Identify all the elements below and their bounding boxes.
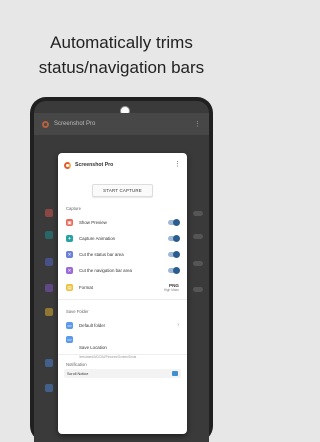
- setting-row-capture-animation[interactable]: ✦ Capture Animation: [58, 230, 187, 246]
- location-icon: ▭: [66, 336, 73, 343]
- format-icon: ▤: [66, 283, 73, 291]
- cut-navigation-bar-toggle[interactable]: [168, 266, 180, 274]
- setting-label: Default folder: [79, 322, 106, 328]
- setting-row-default-folder[interactable]: ▭ Default folder ›: [58, 317, 187, 333]
- background-app-bar: Screenshot Pro ⋮: [34, 113, 209, 135]
- notification-thumbnail-icon: [172, 371, 178, 376]
- bg-toggle: [193, 234, 203, 239]
- format-sub-text: High Make: [163, 287, 179, 292]
- bg-toggle: [193, 211, 203, 216]
- setting-row-format[interactable]: ▤ Format PNG High Make: [58, 278, 187, 296]
- setting-label: Format: [79, 284, 93, 290]
- crop-icon: ✕: [66, 250, 73, 258]
- save-location-text: Save Location /emulated/0/DCIM/Pictures/…: [79, 336, 136, 359]
- phone-screen: Screenshot Pro ⋮ Screenshot Pro ⋮ START …: [34, 101, 209, 442]
- setting-row-cut-status-bar[interactable]: ✕ Cut the status bar area: [58, 246, 187, 262]
- cut-status-bar-toggle[interactable]: [168, 250, 180, 258]
- notification-section-header: Notification: [66, 362, 87, 367]
- overflow-menu-icon[interactable]: ⋮: [174, 161, 181, 168]
- phone-frame: Screenshot Pro ⋮ Screenshot Pro ⋮ START …: [30, 97, 213, 442]
- save-folder-section-header: Save Folder: [66, 309, 89, 314]
- bg-row-icon: [45, 308, 53, 316]
- dialog-header: Screenshot Pro ⋮: [58, 153, 187, 171]
- setting-label: Show Preview: [79, 219, 107, 225]
- dialog-title: Screenshot Pro: [75, 162, 114, 168]
- app-logo-icon: [42, 120, 49, 128]
- setting-row-save-location[interactable]: ▭ Save Location /emulated/0/DCIM/Picture…: [58, 333, 187, 359]
- capture-animation-toggle[interactable]: [168, 234, 180, 242]
- setting-label: Capture Animation: [79, 235, 116, 241]
- settings-dialog: Screenshot Pro ⋮ START CAPTURE Capture ▣…: [58, 153, 187, 434]
- preview-icon: ▣: [66, 218, 73, 226]
- capture-button-wrap: START CAPTURE: [58, 179, 187, 197]
- overflow-menu-icon[interactable]: ⋮: [194, 120, 201, 128]
- show-preview-toggle[interactable]: [168, 218, 180, 226]
- background-app-title: Screenshot Pro: [54, 121, 96, 127]
- folder-icon: ▭: [66, 321, 73, 329]
- crop-nav-icon: ✕: [66, 266, 73, 274]
- capture-section-header: Capture: [66, 206, 81, 211]
- notification-row[interactable]: Scroll Notice: [64, 369, 181, 378]
- headline-line-2: status/navigation bars: [38, 58, 205, 77]
- bg-row-icon: [45, 209, 53, 217]
- save-location-path: /emulated/0/DCIM/Pictures/ScreenShots: [79, 355, 137, 359]
- bg-toggle: [193, 261, 203, 266]
- divider: [58, 299, 187, 300]
- app-logo-icon: [64, 161, 71, 169]
- animation-icon: ✦: [66, 234, 73, 242]
- setting-label: Save Location: [79, 345, 107, 350]
- bg-row-icon: [45, 284, 53, 292]
- start-capture-button[interactable]: START CAPTURE: [92, 184, 153, 197]
- bg-row-icon: [45, 231, 53, 239]
- setting-label: Cut the status bar area: [79, 251, 124, 257]
- bg-row-icon: [45, 384, 53, 392]
- bg-row-icon: [45, 359, 53, 367]
- format-value: PNG High Make: [164, 283, 179, 292]
- notification-text: Scroll Notice: [67, 371, 89, 376]
- bg-row-icon: [45, 258, 53, 266]
- setting-row-show-preview[interactable]: ▣ Show Preview: [58, 214, 187, 230]
- setting-label: Cut the navigation bar area: [79, 267, 132, 273]
- bg-toggle: [193, 287, 203, 292]
- chevron-right-icon: ›: [177, 322, 179, 328]
- headline: Automatically trims status/navigation ba…: [0, 30, 243, 80]
- setting-row-cut-navigation-bar[interactable]: ✕ Cut the navigation bar area: [58, 262, 187, 278]
- headline-line-1: Automatically trims: [50, 33, 193, 52]
